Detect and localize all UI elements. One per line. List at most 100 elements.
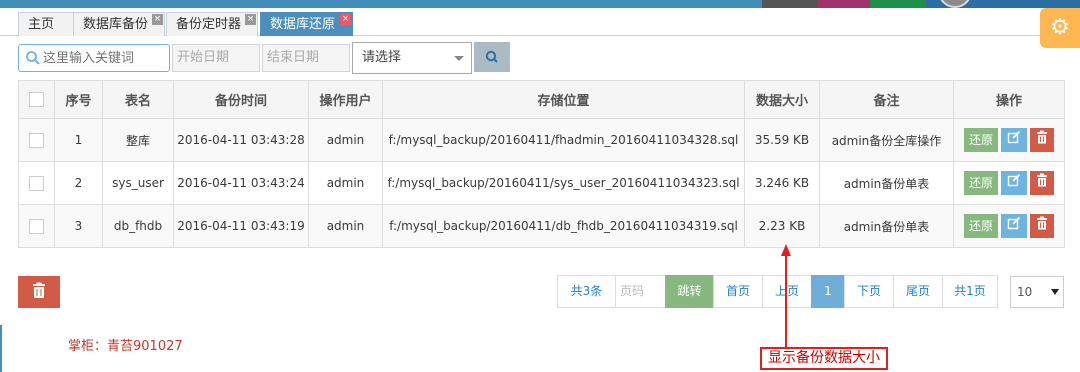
edit-icon: [1007, 130, 1021, 144]
page-size-value: 10: [1017, 285, 1033, 299]
edit-icon: [1007, 173, 1021, 187]
tab-backup-timer[interactable]: 备份定时器 ×: [166, 12, 258, 36]
cell-size: 3.246 KB: [744, 161, 820, 205]
cell-no: 1: [54, 118, 103, 162]
col-header: 表名: [102, 80, 174, 119]
cell-actions: 还原: [953, 161, 1065, 205]
edit-button[interactable]: [1001, 214, 1027, 238]
table-header-row: 序号 表名 备份时间 操作用户 存储位置 数据大小 备注 操作: [18, 80, 1065, 119]
page-number-input[interactable]: 页码: [615, 275, 666, 308]
select-all-cell: [18, 80, 55, 119]
navbar-block-purple[interactable]: [818, 0, 870, 8]
trash-icon: [1037, 130, 1047, 144]
col-header: 操作: [953, 80, 1065, 119]
pager-next-button[interactable]: 下页: [844, 275, 894, 308]
restore-button[interactable]: 还原: [964, 214, 998, 238]
cell-actions: 还原: [953, 118, 1065, 162]
tab-home-label: 主页: [28, 17, 55, 32]
close-icon[interactable]: ×: [245, 14, 256, 25]
edit-icon: [1007, 216, 1021, 230]
cell-note: admin备份单表: [819, 204, 954, 248]
navbar-block-dark[interactable]: [762, 0, 818, 8]
pager-current-page[interactable]: 1: [811, 275, 845, 308]
cell-path: f:/mysql_backup/20160411/fhadmin_2016041…: [382, 118, 745, 162]
end-date-field[interactable]: 结束日期: [262, 44, 350, 72]
cell-user: admin: [308, 118, 383, 162]
pager-first-button[interactable]: 首页: [713, 275, 763, 308]
cell-path: f:/mysql_backup/20160411/db_fhdb_2016041…: [382, 204, 745, 248]
cell-no: 2: [54, 161, 103, 205]
top-navbar: [0, 0, 1080, 8]
pager-total-records: 共3条: [557, 275, 616, 308]
tab-db-backup[interactable]: 数据库备份 ×: [73, 12, 165, 36]
restore-button[interactable]: 还原: [964, 171, 998, 195]
edit-button[interactable]: [1001, 128, 1027, 152]
settings-button[interactable]: ⚙: [1040, 8, 1080, 48]
cell-note: admin备份全库操作: [819, 118, 954, 162]
caret-down-icon: [1051, 289, 1059, 295]
delete-button[interactable]: [1030, 214, 1054, 238]
col-header: 数据大小: [744, 80, 820, 119]
table-row: 1 整库 2016-04-11 03:43:28 admin f:/mysql_…: [18, 118, 1065, 162]
col-header: 存储位置: [382, 80, 745, 119]
cell-name: sys_user: [102, 161, 174, 205]
bulk-delete-button[interactable]: [18, 276, 60, 308]
tab-backup-timer-label: 备份定时器: [176, 17, 242, 32]
cell-time: 2016-04-11 03:43:24: [173, 161, 309, 205]
col-header: 操作用户: [308, 80, 383, 119]
annotation-label: 显示备份数据大小: [760, 347, 888, 370]
close-icon[interactable]: ×: [340, 14, 351, 25]
navbar-block-green[interactable]: [870, 0, 926, 8]
row-checkbox-cell: [18, 204, 55, 248]
search-box: [18, 44, 170, 72]
row-checkbox[interactable]: [29, 132, 44, 148]
pager-last-button[interactable]: 尾页: [893, 275, 943, 308]
start-date-field[interactable]: 开始日期: [172, 44, 260, 72]
cell-actions: 还原: [953, 204, 1065, 248]
pager-total-pages: 共1页: [942, 275, 998, 308]
restore-button[interactable]: 还原: [964, 128, 998, 152]
cell-size: 35.59 KB: [744, 118, 820, 162]
tab-bar: 主页 数据库备份 × 备份定时器 × 数据库还原 ×: [0, 8, 1080, 36]
table-row: 3 db_fhdb 2016-04-11 03:43:19 admin f:/m…: [18, 204, 1065, 248]
cell-no: 3: [54, 204, 103, 248]
close-icon[interactable]: ×: [152, 14, 163, 25]
col-header: 备注: [819, 80, 954, 119]
pager-go-button[interactable]: 跳转: [665, 275, 714, 308]
cell-note: admin备份单表: [819, 161, 954, 205]
cell-user: admin: [308, 204, 383, 248]
trash-icon: [1037, 173, 1047, 187]
search-input[interactable]: [43, 49, 165, 67]
cell-user: admin: [308, 161, 383, 205]
delete-button[interactable]: [1030, 171, 1054, 195]
filter-select-value: 请选择: [362, 50, 402, 65]
select-all-checkbox[interactable]: [29, 92, 44, 107]
filter-select[interactable]: 请选择: [352, 42, 472, 74]
tab-db-backup-label: 数据库备份: [83, 17, 149, 32]
row-checkbox[interactable]: [29, 218, 44, 234]
delete-button[interactable]: [1030, 128, 1054, 152]
pagination: 共3条 页码 跳转 首页 上页 1 下页 尾页 共1页: [557, 275, 998, 308]
footer-note: 掌柜：青苔901027: [68, 339, 183, 354]
page-size-select[interactable]: 10: [1010, 276, 1064, 308]
tab-db-restore[interactable]: 数据库还原 ×: [260, 12, 353, 36]
table-row: 2 sys_user 2016-04-11 03:43:24 admin f:/…: [18, 161, 1065, 205]
chevron-down-icon: [454, 56, 464, 61]
left-accent-line: [0, 325, 2, 372]
search-button[interactable]: [474, 42, 510, 72]
trash-icon: [33, 282, 45, 298]
row-checkbox[interactable]: [29, 175, 44, 191]
edit-button[interactable]: [1001, 171, 1027, 195]
cell-name: 整库: [102, 118, 174, 162]
row-checkbox-cell: [18, 118, 55, 162]
search-icon: [26, 51, 40, 65]
cell-time: 2016-04-11 03:43:28: [173, 118, 309, 162]
tab-home[interactable]: 主页: [18, 12, 74, 36]
cell-time: 2016-04-11 03:43:19: [173, 204, 309, 248]
search-icon: [485, 50, 498, 63]
backup-table: 序号 表名 备份时间 操作用户 存储位置 数据大小 备注 操作 1 整库 201…: [18, 80, 1065, 248]
pager-prev-button[interactable]: 上页: [762, 275, 812, 308]
cell-size: 2.23 KB: [744, 204, 820, 248]
end-date-placeholder: 结束日期: [267, 50, 320, 65]
tab-db-restore-label: 数据库还原: [270, 17, 336, 32]
